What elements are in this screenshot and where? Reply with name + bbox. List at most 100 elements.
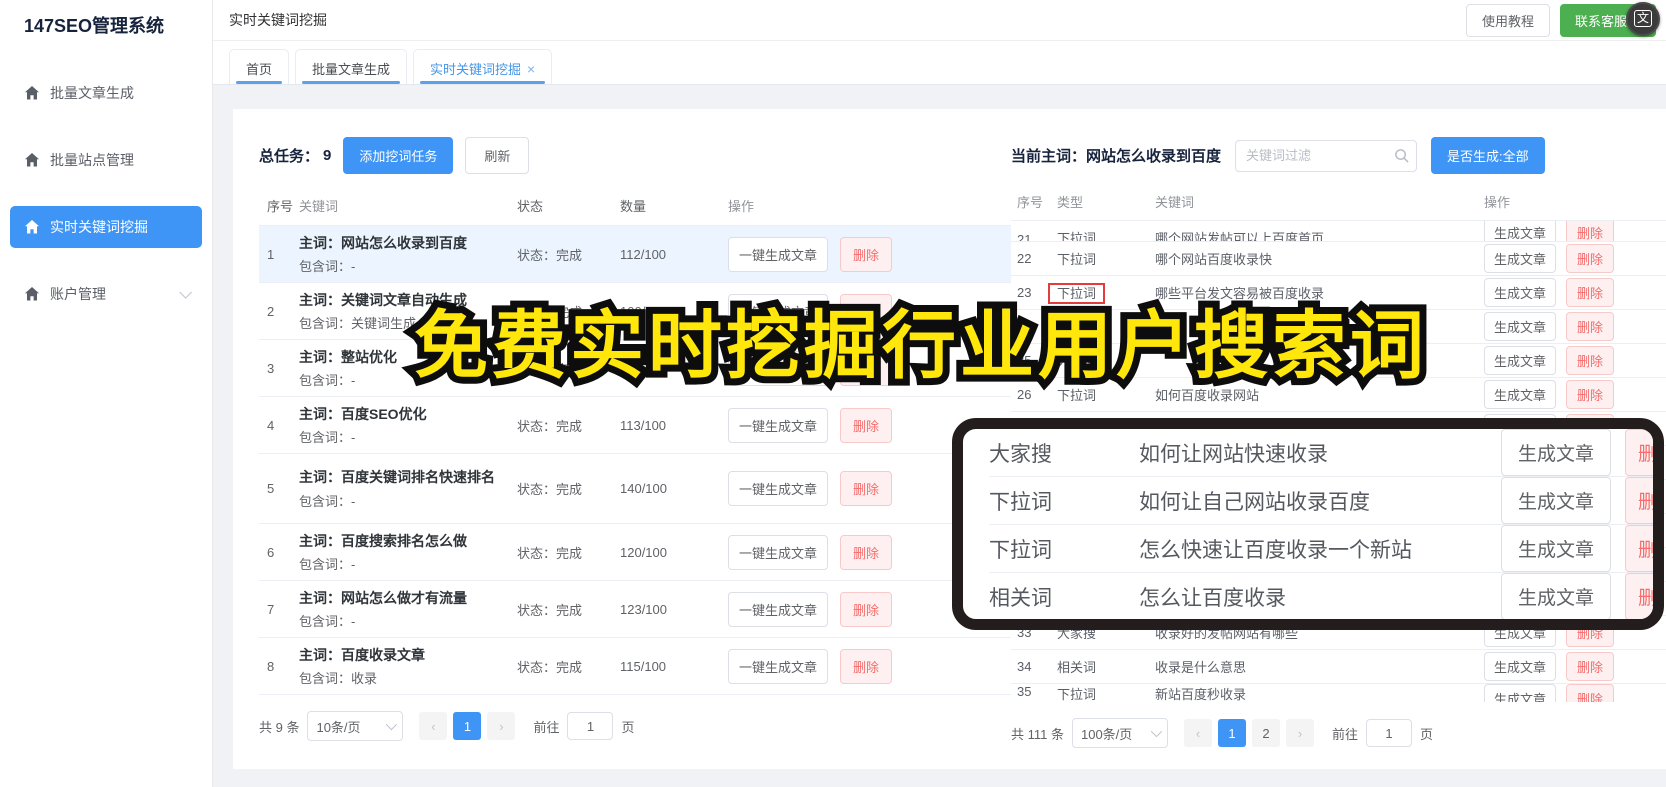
table-row[interactable]: 8 主词：百度收录文章 包含词：收录 状态：完成 115/100 一键生成文章 删除 xyxy=(259,638,1011,695)
add-task-button[interactable]: 添加挖词任务 xyxy=(343,137,454,174)
prev-page-button[interactable]: ‹ xyxy=(419,712,448,740)
generate-article-button[interactable]: 生成文章 xyxy=(1484,380,1557,409)
callout-row: 下拉词 怎么快速让百度收录一个新站 生成文章 删除 xyxy=(989,525,1653,573)
delete-button[interactable]: 删除 xyxy=(1566,652,1615,681)
keyword-filter-input[interactable] xyxy=(1235,139,1418,172)
table-row[interactable]: 5 主词：百度关键词排名快速排名 包含词：- 状态：完成 140/100 一键生成… xyxy=(259,454,1011,524)
delete-button[interactable]: 删除 xyxy=(1566,380,1615,409)
task-panel: 总任务： 9 添加挖词任务 刷新 序号 关键词 状态 数量 操作 1 主词：网站怎… xyxy=(259,137,1011,769)
row-no: 34 xyxy=(1017,659,1032,674)
page-button-1[interactable]: 1 xyxy=(1217,719,1246,747)
generate-article-button[interactable]: 生成文章 xyxy=(1484,244,1557,273)
delete-button[interactable]: 删除 xyxy=(840,648,893,684)
row-subword: 包含词：- xyxy=(299,430,356,446)
row-no: 35 xyxy=(1017,684,1032,699)
page-button-1[interactable]: 1 xyxy=(453,712,482,740)
delete-button[interactable]: 删除 xyxy=(1624,429,1653,476)
table-row[interactable]: 4 主词：百度SEO优化 包含词：- 状态：完成 113/100 一键生成文章 删除 xyxy=(259,397,1011,454)
delete-button[interactable]: 删除 xyxy=(1624,573,1653,619)
brand-logo: 147SEO管理系统 xyxy=(24,16,165,36)
table-row[interactable]: 35 下拉词 新站百度秒收录 生成文章 删除 xyxy=(1011,684,1666,702)
tab-home[interactable]: 首页 xyxy=(229,49,290,84)
goto-label: 前往 xyxy=(1331,726,1358,742)
generate-article-button[interactable]: 生成文章 xyxy=(1500,525,1611,572)
col-status: 状态 xyxy=(517,199,544,214)
page-button-2[interactable]: 2 xyxy=(1251,719,1280,747)
tab-batch-article[interactable]: 批量文章生成 xyxy=(295,49,408,84)
delete-button[interactable]: 删除 xyxy=(1566,346,1615,375)
generate-article-button[interactable]: 生成文章 xyxy=(1500,429,1611,476)
row-no: 1 xyxy=(267,246,275,262)
delete-button[interactable]: 删除 xyxy=(840,534,893,570)
generate-article-button[interactable]: 生成文章 xyxy=(1500,477,1611,524)
goto-page-input[interactable] xyxy=(1366,719,1412,747)
generate-article-button[interactable]: 生成文章 xyxy=(1484,684,1557,702)
delete-button[interactable]: 删除 xyxy=(1566,684,1615,702)
row-no: 7 xyxy=(267,601,275,617)
page-size-select[interactable]: 100条/页 xyxy=(1071,718,1168,748)
delete-button[interactable]: 删除 xyxy=(1624,477,1653,524)
delete-button[interactable]: 删除 xyxy=(840,591,893,627)
row-no: 22 xyxy=(1017,251,1032,266)
table-row[interactable]: 1 主词：网站怎么收录到百度 包含词：- 状态：完成 112/100 一键生成文章… xyxy=(259,226,1011,283)
generate-article-button[interactable]: 一键生成文章 xyxy=(728,648,829,684)
table-row[interactable]: 34 相关词 收录是什么意思 生成文章 删除 xyxy=(1011,650,1666,684)
table-row[interactable]: 21 下拉词 哪个网站发帖可以上百度首页 生成文章 删除 xyxy=(1011,221,1666,242)
table-row[interactable]: 6 主词：百度搜索排名怎么做 包含词：- 状态：完成 120/100 一键生成文章… xyxy=(259,524,1011,581)
sidebar-item-batch-article[interactable]: 批量文章生成 xyxy=(10,72,202,114)
prev-page-button[interactable]: ‹ xyxy=(1183,719,1212,747)
row-keyword: 主词：网站怎么做才有流量 xyxy=(299,589,467,606)
delete-button[interactable]: 删除 xyxy=(840,236,893,272)
generate-article-button[interactable]: 生成文章 xyxy=(1484,278,1557,307)
close-icon[interactable]: × xyxy=(527,61,535,77)
sidebar-item-label: 批量文章生成 xyxy=(50,85,134,101)
delete-button[interactable]: 删除 xyxy=(1566,278,1615,307)
delete-button[interactable]: 删除 xyxy=(840,407,893,443)
delete-button[interactable]: 删除 xyxy=(1566,221,1615,241)
table-row[interactable]: 7 主词：网站怎么做才有流量 包含词：- 状态：完成 123/100 一键生成文章… xyxy=(259,581,1011,638)
row-qty: 112/100 xyxy=(620,246,667,262)
topbar-actions: 使用教程 联系客服 文 xyxy=(1465,1,1660,37)
sidebar-item-batch-site[interactable]: 批量站点管理 xyxy=(10,139,202,181)
tab-keyword-mining[interactable]: 实时关键词挖掘 × xyxy=(413,49,553,84)
task-table-header: 序号 关键词 状态 数量 操作 xyxy=(259,196,1011,226)
next-page-button[interactable]: › xyxy=(1285,719,1314,747)
sidebar-item-account[interactable]: 账户管理 xyxy=(10,273,202,315)
delete-button[interactable]: 删除 xyxy=(1566,312,1615,341)
delete-button[interactable]: 删除 xyxy=(840,471,893,506)
generate-article-button[interactable]: 生成文章 xyxy=(1484,652,1557,681)
row-subword: 包含词：- xyxy=(299,614,356,630)
row-keyword: 哪个网站百度收录快 xyxy=(1155,252,1273,267)
generate-article-button[interactable]: 一键生成文章 xyxy=(728,471,829,506)
row-no: 5 xyxy=(267,481,275,496)
row-keyword: 如何让网站快速收录 xyxy=(1139,442,1328,466)
generate-article-button[interactable]: 生成文章 xyxy=(1484,221,1557,241)
sidebar-item-keyword-mining[interactable]: 实时关键词挖掘 xyxy=(10,206,202,248)
row-keyword: 怎么快速让百度收录一个新站 xyxy=(1139,538,1412,562)
generate-article-button[interactable]: 生成文章 xyxy=(1484,346,1557,375)
callout-row: 大家搜 如何让网站快速收录 生成文章 删除 xyxy=(989,429,1653,477)
row-keyword: 新站百度秒收录 xyxy=(1155,687,1247,702)
refresh-button[interactable]: 刷新 xyxy=(465,137,530,174)
sidebar: 147SEO管理系统 批量文章生成 批量站点管理 实时关键词挖掘 账户管理 xyxy=(0,0,213,787)
generate-article-button[interactable]: 生成文章 xyxy=(1484,312,1557,341)
table-row[interactable]: 22 下拉词 哪个网站百度收录快 生成文章 删除 xyxy=(1011,242,1666,276)
row-status: 状态：完成 xyxy=(517,545,583,561)
goto-page-input[interactable] xyxy=(567,712,614,740)
delete-button[interactable]: 删除 xyxy=(1566,244,1615,273)
row-keyword: 怎么让百度收录 xyxy=(1139,586,1286,610)
generate-article-button[interactable]: 一键生成文章 xyxy=(728,407,829,443)
generate-article-button[interactable]: 一键生成文章 xyxy=(728,591,829,627)
delete-button[interactable]: 删除 xyxy=(1624,525,1653,572)
tutorial-button[interactable]: 使用教程 xyxy=(1465,3,1550,37)
keyword-toolbar: 当前主词：网站怎么收录到百度 是否生成:全部 xyxy=(1011,137,1666,174)
next-page-button[interactable]: › xyxy=(487,712,516,740)
page-size-select[interactable]: 10条/页 xyxy=(307,711,404,741)
translate-extension-icon[interactable]: 文 xyxy=(1626,1,1660,36)
row-keyword: 主词：整站优化 xyxy=(299,348,397,365)
generate-all-button[interactable]: 是否生成:全部 xyxy=(1431,137,1545,174)
generate-article-button[interactable]: 一键生成文章 xyxy=(728,236,829,272)
generate-article-button[interactable]: 一键生成文章 xyxy=(728,534,829,570)
generate-article-button[interactable]: 生成文章 xyxy=(1500,573,1611,619)
row-qty: 123/100 xyxy=(620,601,667,617)
